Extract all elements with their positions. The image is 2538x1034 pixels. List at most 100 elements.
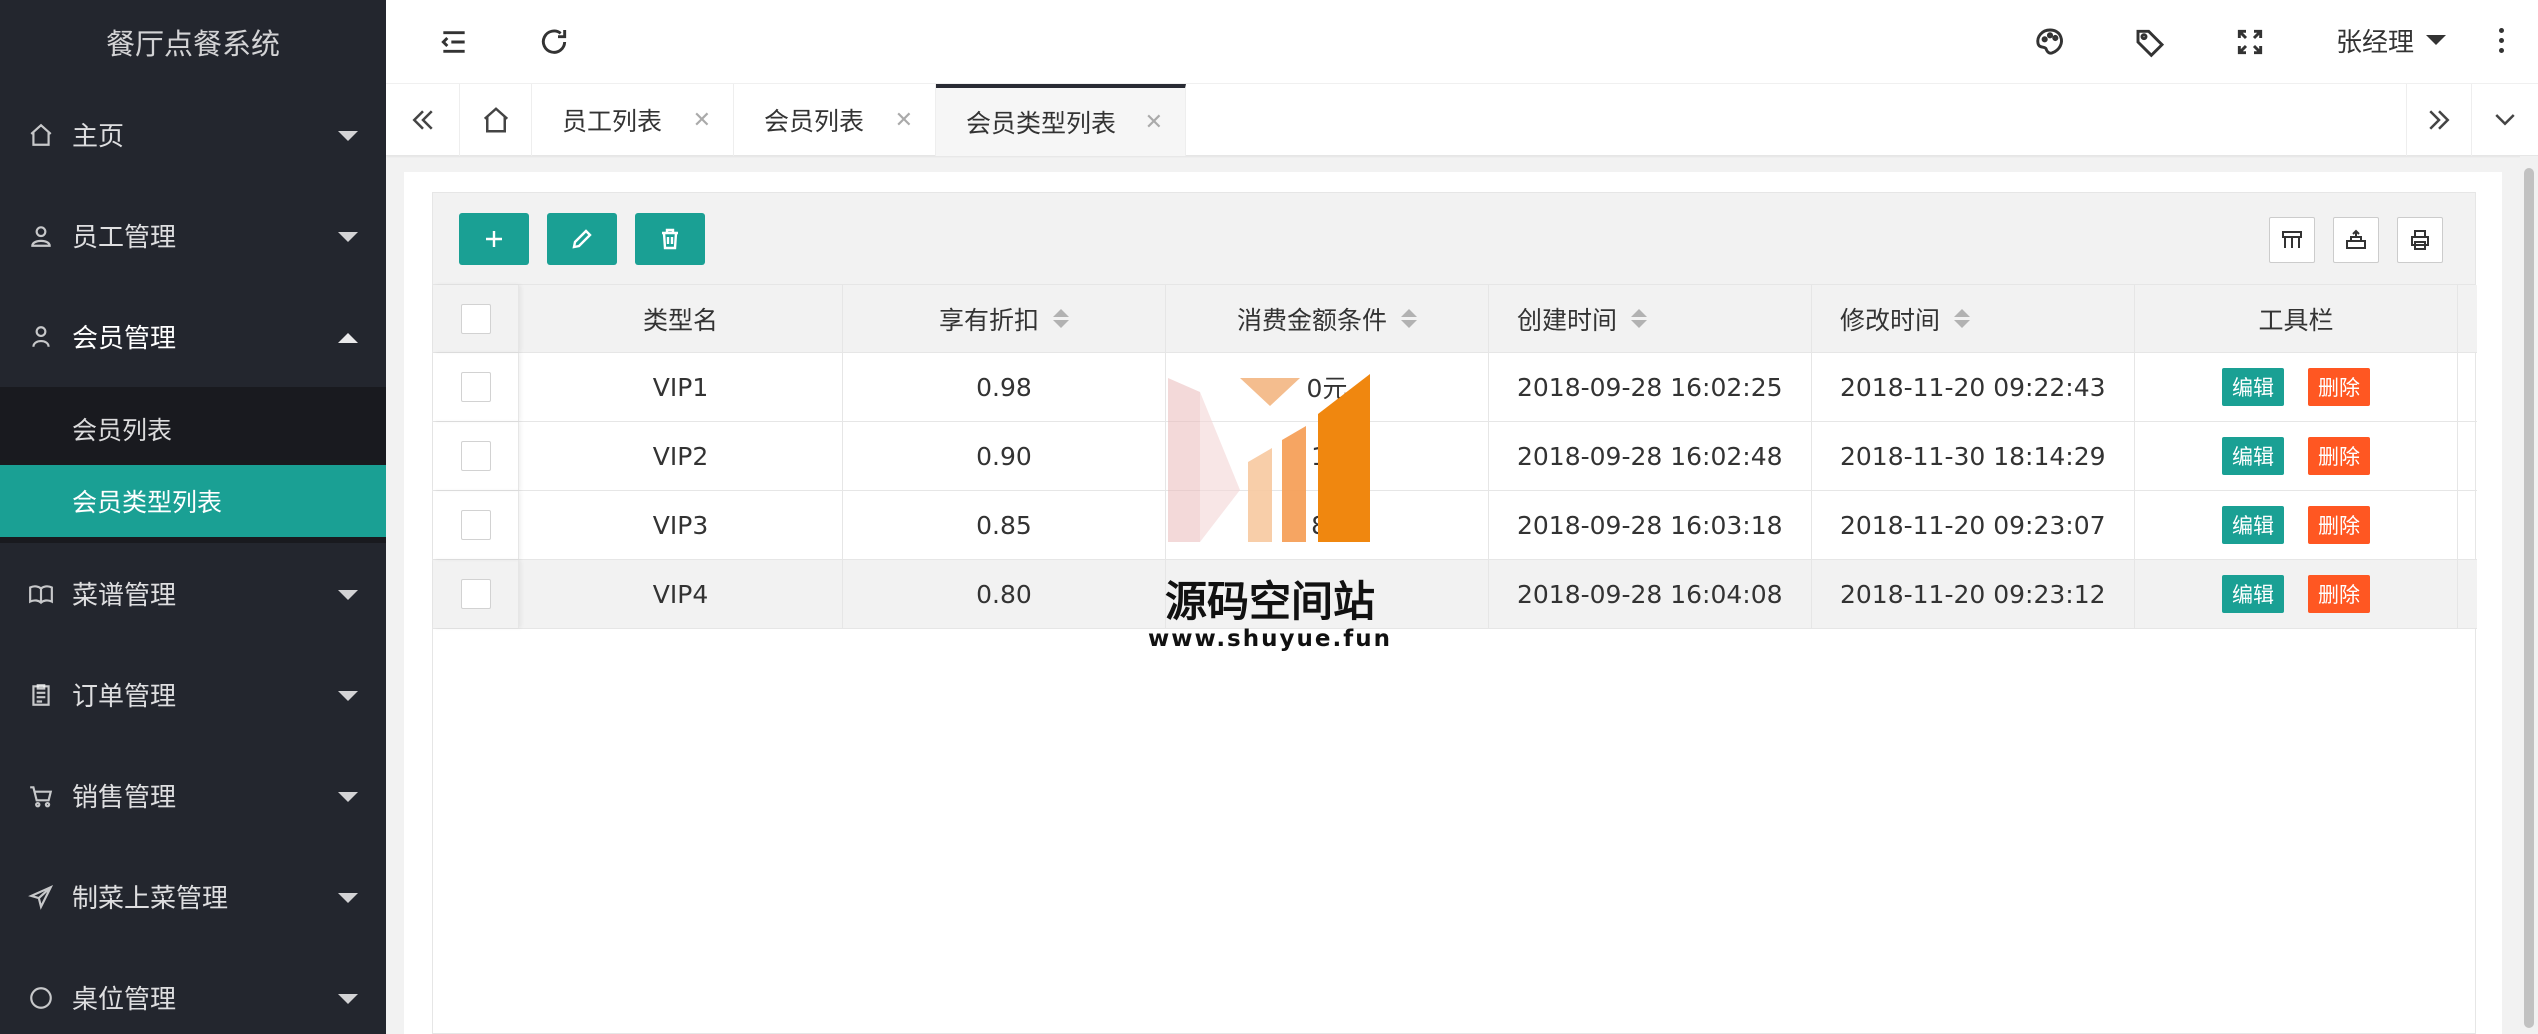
- table-row[interactable]: VIP4 0.80 2018-09-28 16:04:08 2018-11-20…: [433, 560, 2477, 629]
- page-scrollbar[interactable]: [2520, 156, 2538, 1034]
- row-checkbox-cell: [433, 491, 519, 559]
- row-edit-button[interactable]: 编辑: [2222, 506, 2284, 544]
- sidebar-item-orders[interactable]: 订单管理: [0, 644, 386, 745]
- row-checkbox[interactable]: [460, 579, 491, 609]
- tab-home[interactable]: [460, 84, 532, 156]
- column-header-discount[interactable]: 享有折扣: [843, 285, 1166, 352]
- sidebar-item-home[interactable]: 主页: [0, 84, 386, 185]
- cell-created: 2018-09-28 16:04:08: [1489, 560, 1812, 628]
- export-button[interactable]: [2333, 217, 2379, 263]
- cell-created: 2018-09-28 16:03:18: [1489, 491, 1812, 559]
- sidebar-item-label: 销售管理: [72, 783, 177, 813]
- pencil-icon: [572, 229, 592, 249]
- chevron-down-icon: [338, 589, 358, 600]
- sort-icon[interactable]: [1401, 309, 1417, 328]
- refresh-icon[interactable]: [534, 22, 574, 62]
- column-header-created[interactable]: 创建时间: [1489, 285, 1812, 352]
- cell-modified: 2018-11-30 18:14:29: [1812, 422, 2135, 490]
- sort-icon[interactable]: [1053, 309, 1069, 328]
- table-row[interactable]: VIP2 0.90 10 2018-09-28 16:02:48 2018-11…: [433, 422, 2477, 491]
- chevron-down-icon: [338, 231, 358, 242]
- print-button[interactable]: [2397, 217, 2443, 263]
- columns-filter-button[interactable]: [2269, 217, 2315, 263]
- tab-scroll-left-button[interactable]: [386, 84, 460, 156]
- row-checkbox[interactable]: [460, 510, 491, 540]
- row-delete-button[interactable]: 删除: [2308, 506, 2370, 544]
- cell-type-name: VIP3: [519, 491, 843, 559]
- close-icon[interactable]: ✕: [693, 108, 711, 133]
- row-edit-button[interactable]: 编辑: [2222, 575, 2284, 613]
- cell-discount: 0.98: [843, 353, 1166, 421]
- cell-condition: 10: [1166, 422, 1489, 490]
- user-icon: [26, 221, 56, 251]
- cell-discount: 0.85: [843, 491, 1166, 559]
- row-edit-button[interactable]: 编辑: [2222, 437, 2284, 475]
- edit-button[interactable]: [547, 213, 617, 265]
- menu-fold-icon[interactable]: [434, 22, 474, 62]
- row-delete-button[interactable]: 删除: [2308, 437, 2370, 475]
- sort-icon[interactable]: [1954, 309, 1971, 328]
- chevron-down-icon: [338, 690, 358, 701]
- person-icon: [26, 322, 56, 352]
- sidebar-item-staff[interactable]: 员工管理: [0, 185, 386, 286]
- tab-staff-list[interactable]: 员工列表 ✕: [532, 84, 734, 156]
- cell-modified: 2018-11-20 09:23:07: [1812, 491, 2135, 559]
- cart-icon: [26, 781, 56, 811]
- table-row[interactable]: VIP3 0.85 80 2018-09-28 16:03:18 2018-11…: [433, 491, 2477, 560]
- tab-label: 员工列表: [562, 107, 663, 136]
- sidebar-subitem-member-list[interactable]: 会员列表: [0, 393, 386, 465]
- column-header-modified[interactable]: 修改时间: [1812, 285, 2135, 352]
- palette-icon[interactable]: [2030, 22, 2070, 62]
- row-checkbox[interactable]: [460, 372, 491, 402]
- select-all-checkbox[interactable]: [460, 303, 491, 334]
- caret-down-icon: [2426, 35, 2447, 45]
- more-vertical-icon[interactable]: [2486, 20, 2516, 60]
- sidebar-subitem-member-type-list[interactable]: 会员类型列表: [0, 465, 386, 537]
- row-delete-button[interactable]: 删除: [2308, 575, 2370, 613]
- cell-discount: 0.90: [843, 422, 1166, 490]
- close-icon[interactable]: ✕: [1145, 110, 1163, 135]
- book-icon: [26, 579, 56, 609]
- table-toolbar: [433, 193, 2475, 285]
- export-icon: [2346, 229, 2366, 249]
- cell-actions: 编辑 删除: [2135, 560, 2458, 628]
- cell-created: 2018-09-28 16:02:25: [1489, 353, 1812, 421]
- tab-member-list[interactable]: 会员列表 ✕: [734, 84, 936, 156]
- clipboard-icon: [26, 680, 56, 710]
- user-menu[interactable]: 张经理: [2336, 20, 2447, 60]
- row-delete-button[interactable]: 删除: [2308, 368, 2370, 406]
- chevron-down-icon: [2495, 114, 2515, 126]
- add-button[interactable]: [459, 213, 529, 265]
- fullscreen-icon[interactable]: [2230, 22, 2270, 62]
- sidebar-item-sales[interactable]: 销售管理: [0, 745, 386, 846]
- data-table: 类型名 享有折扣 消费金额条件 创建时间 修改时间 工具栏 VIP1 0.98 …: [432, 192, 2477, 1034]
- trash-icon: [662, 228, 678, 250]
- header-checkbox-cell: [433, 285, 519, 352]
- sort-icon[interactable]: [1631, 309, 1648, 328]
- sidebar-item-members[interactable]: 会员管理: [0, 286, 386, 387]
- row-checkbox[interactable]: [460, 441, 491, 471]
- close-icon[interactable]: ✕: [895, 108, 913, 133]
- top-header: 张经理: [386, 0, 2538, 84]
- cell-actions: 编辑 删除: [2135, 491, 2458, 559]
- row-edit-button[interactable]: 编辑: [2222, 368, 2284, 406]
- table-row[interactable]: VIP1 0.98 0元 2018-09-28 16:02:25 2018-11…: [433, 353, 2477, 422]
- sidebar-item-menu[interactable]: 菜谱管理: [0, 543, 386, 644]
- delete-button[interactable]: [635, 213, 705, 265]
- cell-actions: 编辑 删除: [2135, 353, 2458, 421]
- content-panel: 类型名 享有折扣 消费金额条件 创建时间 修改时间 工具栏 VIP1 0.98 …: [404, 172, 2502, 1034]
- cell-type-name: VIP2: [519, 422, 843, 490]
- scrollbar-thumb[interactable]: [2524, 168, 2534, 1028]
- sidebar-item-cooking[interactable]: 制菜上菜管理: [0, 846, 386, 947]
- column-header-condition[interactable]: 消费金额条件: [1166, 285, 1489, 352]
- home-icon: [483, 107, 508, 133]
- tab-scroll-right-button[interactable]: [2406, 84, 2472, 156]
- sidebar-item-tables[interactable]: 桌位管理: [0, 947, 386, 1034]
- cell-type-name: VIP4: [519, 560, 843, 628]
- chevron-down-icon: [338, 993, 358, 1004]
- column-header-label: 消费金额条件: [1236, 305, 1387, 335]
- sidebar-item-label: 菜谱管理: [72, 581, 177, 611]
- tab-menu-button[interactable]: [2472, 84, 2538, 156]
- tag-icon[interactable]: [2130, 22, 2170, 62]
- tab-member-type-list[interactable]: 会员类型列表 ✕: [936, 84, 1186, 156]
